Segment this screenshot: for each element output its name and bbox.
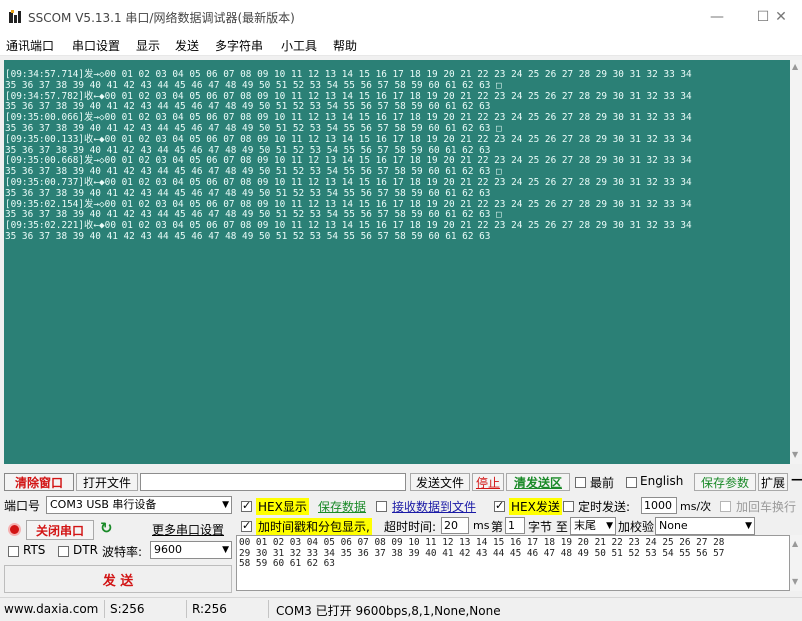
terminal-text: [09:34:57.714]发→◇00 01 02 03 04 05 06 07… [5,69,692,242]
hex-send-checkbox[interactable] [494,499,505,512]
scroll-down-icon[interactable]: ▼ [792,577,798,586]
port-select-value: COM3 USB 串行设备 [50,498,157,511]
menu-display[interactable]: 显示 [136,37,160,54]
window-title: SSCOM V5.13.1 串口/网络数据调试器(最新版本) [28,11,295,25]
app-logo-icon [9,10,21,23]
minimize-button[interactable]: — [694,0,740,34]
dtr-checkbox[interactable] [58,546,69,557]
menu-multi-string[interactable]: 多字符串 [215,37,263,54]
timeout-label: 超时时间: [384,520,437,534]
status-bar: www.daxia.com S:256 R:256 COM3 已打开 9600b… [0,597,802,621]
byte-prefix-label: 第 [491,520,504,534]
menu-bar: 通讯端口 串口设置 显示 发送 多字符串 小工具 帮助 [0,34,802,56]
baud-select[interactable]: 9600 ▼ [150,541,232,559]
timeout-input[interactable]: 20 [441,517,469,534]
close-window-button[interactable]: ✕ [760,0,802,34]
hex-display-checkbox[interactable] [241,499,252,512]
add-crlf-label: 加回车换行 [736,500,797,514]
english-checkbox[interactable] [626,477,637,488]
save-params-button[interactable]: 保存参数 [694,473,756,491]
status-divider [186,600,187,618]
expand-button[interactable]: 扩展 [758,473,788,491]
menu-comm-port[interactable]: 通讯端口 [6,37,54,54]
send-textarea[interactable]: 00 01 02 03 04 05 06 07 08 09 10 11 12 1… [236,535,790,591]
menu-send[interactable]: 发送 [175,37,199,54]
hex-display-label: HEX显示 [256,498,309,515]
status-divider [104,600,105,618]
send-scrollbar[interactable]: ▲ ▼ [790,535,802,591]
port-label: 端口号 [4,499,41,513]
scroll-up-icon[interactable]: ▲ [792,62,798,71]
scroll-down-icon[interactable]: ▼ [792,450,798,459]
more-port-settings-link[interactable]: 更多串口设置 [152,521,224,538]
timestamp-checkbox[interactable] [241,519,252,532]
dtr-label: DTR [73,543,98,557]
refresh-icon[interactable]: ↻ [100,519,113,537]
menu-help[interactable]: 帮助 [333,37,357,54]
scroll-up-icon[interactable]: ▲ [792,539,798,548]
menu-port-settings[interactable]: 串口设置 [72,37,120,54]
send-button[interactable]: 发 送 [4,565,232,593]
recv-to-file-checkbox[interactable] [376,501,387,512]
website-link[interactable]: www.daxia.com [4,602,98,616]
rts-checkbox[interactable] [8,546,19,557]
port-select[interactable]: COM3 USB 串行设备 ▼ [46,496,232,514]
timed-send-label: 定时发送: [578,500,631,514]
clear-send-button[interactable]: 清发送区 [506,473,570,491]
add-crlf-checkbox[interactable] [720,501,731,512]
rts-label: RTS [23,543,46,557]
end-select-value: 末尾 [574,519,596,532]
baud-value: 9600 [154,543,182,556]
status-divider [268,600,269,618]
timed-interval-input[interactable]: 1000 [641,497,677,514]
timed-send-checkbox[interactable] [563,501,574,512]
title-bar: SSCOM V5.13.1 串口/网络数据调试器(最新版本) — ☐ ✕ [0,0,802,34]
baud-label: 波特率: [102,545,143,559]
checksum-label: 加校验 [618,520,655,534]
chevron-down-icon: ▼ [606,521,613,531]
send-file-button[interactable]: 发送文件 [410,473,470,491]
clear-window-button[interactable]: 清除窗口 [4,473,74,491]
topmost-label: 最前 [590,476,615,490]
expand-tail: — [791,472,802,486]
byte-range-label: 字节 至 [528,520,568,534]
send-text: 00 01 02 03 04 05 06 07 08 09 10 11 12 1… [239,537,725,570]
stop-button[interactable]: 停止 [472,473,504,491]
end-select[interactable]: 末尾 ▼ [570,517,616,535]
timeout-unit: ms [473,519,490,532]
checksum-value: None [659,519,688,532]
open-file-button[interactable]: 打开文件 [76,473,138,491]
checksum-select[interactable]: None ▼ [655,517,755,535]
timed-unit-label: ms/次 [680,500,712,513]
topmost-checkbox[interactable] [575,477,586,488]
save-data-link[interactable]: 保存数据 [318,498,366,515]
chevron-down-icon: ▼ [745,521,752,531]
menu-tools[interactable]: 小工具 [281,37,317,54]
timestamp-label: 加时间戳和分包显示, [256,518,372,535]
terminal-scrollbar[interactable]: ▲ ▼ [790,60,802,464]
file-path-field[interactable] [140,473,406,491]
byte-start-input[interactable]: 1 [505,517,525,534]
hex-send-label: HEX发送 [509,498,562,515]
port-status-indicator [8,523,21,536]
recv-to-file-label[interactable]: 接收数据到文件 [392,498,476,515]
chevron-down-icon: ▼ [222,500,229,510]
received-count: R:256 [192,602,227,616]
close-port-button[interactable]: 关闭串口 [26,520,94,540]
sscom-window: SSCOM V5.13.1 串口/网络数据调试器(最新版本) — ☐ ✕ 通讯端… [0,0,802,621]
english-label: English [640,474,684,488]
sent-count: S:256 [110,602,145,616]
receive-terminal[interactable]: [09:34:57.714]发→◇00 01 02 03 04 05 06 07… [4,60,790,464]
chevron-down-icon: ▼ [222,545,229,555]
port-status-text: COM3 已打开 9600bps,8,1,None,None [276,604,501,618]
